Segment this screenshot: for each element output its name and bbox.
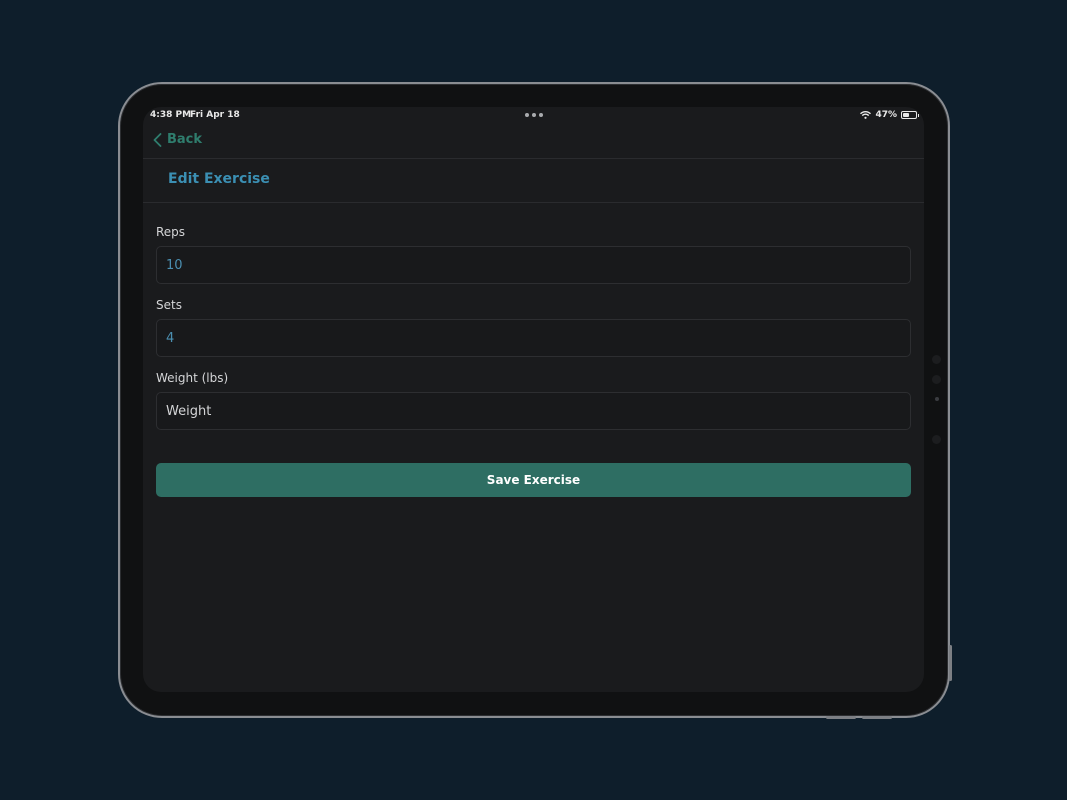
weight-label: Weight (lbs)	[156, 371, 229, 385]
page-title: Edit Exercise	[168, 171, 270, 187]
reps-input[interactable]	[156, 246, 911, 284]
multitasking-dots-icon[interactable]	[524, 113, 543, 117]
navigation-bar: Back	[143, 125, 924, 159]
save-exercise-button[interactable]: Save Exercise	[156, 463, 911, 497]
camera-dot	[932, 355, 941, 364]
page-header: Edit Exercise	[143, 159, 924, 203]
back-label: Back	[167, 132, 203, 147]
volume-button-top	[826, 716, 856, 719]
chevron-left-icon	[153, 132, 162, 147]
battery-icon	[901, 111, 919, 119]
volume-button-bottom	[862, 716, 892, 719]
weight-input[interactable]	[156, 392, 911, 430]
app-screen: 4:38 PM Fri Apr 18 47% Back Edit Exercis…	[143, 107, 924, 692]
battery-fill	[903, 113, 909, 117]
sets-input[interactable]	[156, 319, 911, 357]
status-bar: 4:38 PM Fri Apr 18 47%	[143, 107, 924, 125]
status-time: 4:38 PM	[150, 110, 192, 120]
exercise-form: Reps Sets Weight (lbs)	[156, 225, 911, 444]
camera-dot	[932, 435, 941, 444]
status-indicators: 47%	[860, 110, 919, 120]
wifi-icon	[860, 111, 872, 119]
back-button[interactable]: Back	[153, 132, 202, 147]
status-date: Fri Apr 18	[190, 110, 240, 120]
power-button	[949, 645, 952, 681]
sensor-dot	[935, 397, 939, 401]
battery-percent: 47%	[875, 110, 897, 120]
reps-label: Reps	[156, 225, 186, 239]
sets-label: Sets	[156, 298, 182, 312]
camera-dot	[932, 375, 941, 384]
